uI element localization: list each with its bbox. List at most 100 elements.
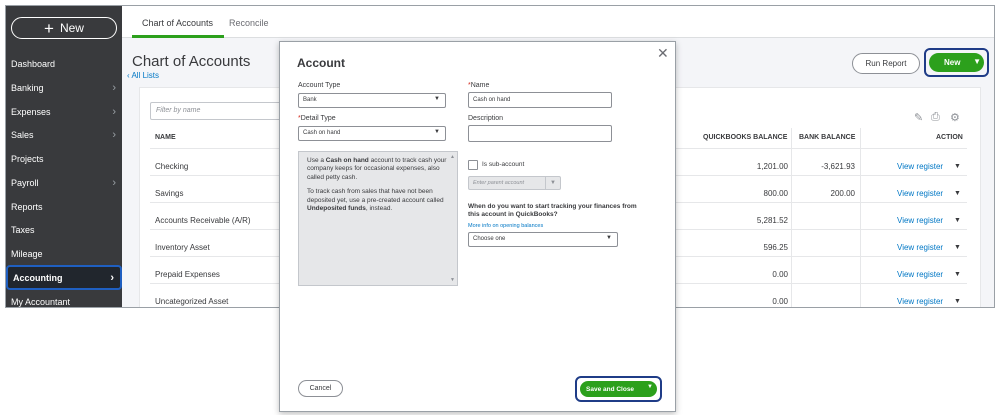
row-quickbooks-balance: 800.00 [763, 189, 788, 198]
caret-down-icon[interactable]: ▼ [954, 190, 961, 197]
caret-down-icon[interactable]: ▼ [954, 217, 961, 224]
caret-down-icon[interactable]: ▼ [973, 57, 981, 66]
is-sub-account-checkbox[interactable] [468, 160, 478, 170]
scroll-up-icon[interactable]: ▲ [450, 154, 455, 161]
opening-balances-link[interactable]: More info on opening balances [468, 223, 543, 229]
view-register-link[interactable]: View register [897, 297, 943, 306]
tracking-start-select[interactable]: Choose one ▼ [468, 232, 618, 247]
sidebar-item-label: My Accountant [11, 296, 71, 307]
tab-reconcile[interactable]: Reconcile [229, 18, 269, 28]
print-icon[interactable]: ⎙ [931, 111, 940, 124]
tab-bar: Chart of Accounts Reconcile [122, 6, 994, 38]
sidebar-item-mileage[interactable]: Mileage [6, 242, 122, 265]
view-register-link[interactable]: View register [897, 189, 943, 198]
close-icon[interactable]: ✕ [657, 45, 669, 62]
sidebar-item-label: Sales [11, 129, 34, 140]
is-sub-account-label: Is sub-account [482, 161, 525, 168]
sidebar-item-label: Accounting [13, 272, 63, 283]
sidebar: + New Dashboard Banking › Expenses › Sal… [6, 6, 122, 307]
sidebar-item-label: Payroll [11, 177, 39, 188]
tab-chart-of-accounts[interactable]: Chart of Accounts [142, 18, 213, 28]
row-account-name[interactable]: Uncategorized Asset [155, 297, 228, 306]
run-report-button[interactable]: Run Report [852, 53, 920, 74]
sidebar-item-sales[interactable]: Sales › [6, 123, 122, 146]
caret-down-icon[interactable]: ▼ [647, 384, 653, 390]
save-button-focus-outline: Save and Close ▼ [575, 376, 662, 402]
new-button-focus-outline: New ▼ [924, 48, 989, 77]
column-divider [791, 128, 792, 307]
sidebar-new-label: New [59, 21, 84, 35]
chevron-right-icon: › [112, 81, 116, 94]
all-lists-link[interactable]: ‹ All Lists [127, 71, 159, 80]
column-header-quickbooks-balance[interactable]: QUICKBOOKS BALANCE [703, 134, 787, 141]
sidebar-item-label: Dashboard [11, 58, 56, 69]
account-type-label: Account Type [298, 82, 341, 89]
name-label: *Name [468, 82, 489, 89]
sidebar-item-dashboard[interactable]: Dashboard [6, 52, 122, 75]
column-header-action: ACTION [936, 134, 963, 141]
view-register-link[interactable]: View register [897, 270, 943, 279]
view-register-link[interactable]: View register [897, 162, 943, 171]
cancel-button[interactable]: Cancel [298, 380, 343, 397]
caret-down-icon[interactable]: ▼ [954, 298, 961, 305]
caret-down-icon[interactable]: ▼ [954, 271, 961, 278]
sidebar-item-label: Expenses [11, 106, 51, 117]
tracking-start-value: Choose one [473, 236, 506, 242]
account-dialog: Account ✕ Account Type Bank ▼ *Detail Ty… [279, 41, 676, 412]
column-header-bank-balance[interactable]: BANK BALANCE [799, 134, 855, 141]
row-account-name[interactable]: Checking [155, 162, 188, 171]
sidebar-item-reports[interactable]: Reports [6, 195, 122, 218]
row-quickbooks-balance: 596.25 [763, 243, 788, 252]
sidebar-item-label: Projects [11, 153, 44, 164]
detail-type-value: Cash on hand [303, 130, 341, 136]
sidebar-item-banking[interactable]: Banking › [6, 76, 122, 99]
view-register-link[interactable]: View register [897, 216, 943, 225]
row-account-name[interactable]: Inventory Asset [155, 243, 210, 252]
row-account-name[interactable]: Accounts Receivable (A/R) [155, 216, 251, 225]
column-header-name[interactable]: NAME [155, 134, 176, 141]
row-account-name[interactable]: Savings [155, 189, 183, 198]
edit-pencil-icon[interactable]: ✎ [914, 111, 923, 124]
sidebar-item-expenses[interactable]: Expenses › [6, 100, 122, 123]
sidebar-item-label: Taxes [11, 224, 35, 235]
description-input[interactable] [468, 125, 612, 142]
gear-icon[interactable]: ⚙ [950, 111, 960, 124]
row-quickbooks-balance: 1,201.00 [756, 162, 788, 171]
view-register-link[interactable]: View register [897, 243, 943, 252]
save-and-close-label: Save and Close [586, 385, 635, 393]
sidebar-new-button[interactable]: + New [11, 17, 117, 39]
dialog-title: Account [297, 56, 345, 70]
account-type-value: Bank [303, 97, 317, 103]
filter-by-name-input[interactable]: Filter by name [150, 102, 290, 120]
row-quickbooks-balance: 5,281.52 [756, 216, 788, 225]
name-input[interactable]: Cash on hand [468, 92, 612, 108]
scroll-down-icon[interactable]: ▼ [450, 277, 455, 284]
all-lists-label: All Lists [131, 71, 160, 80]
row-quickbooks-balance: 0.00 [772, 297, 788, 306]
info-text: To track cash from sales that have not b… [307, 188, 444, 204]
sidebar-item-projects[interactable]: Projects [6, 147, 122, 170]
caret-down-icon: ▼ [606, 235, 612, 241]
caret-down-icon: ▼ [434, 96, 440, 102]
caret-down-icon[interactable]: ▼ [954, 244, 961, 251]
row-account-name[interactable]: Prepaid Expenses [155, 270, 220, 279]
sidebar-item-payroll[interactable]: Payroll › [6, 171, 122, 194]
sidebar-item-accounting[interactable]: Accounting › [6, 265, 122, 290]
info-text: , instead. [365, 205, 393, 213]
account-type-select[interactable]: Bank ▼ [298, 93, 446, 108]
sidebar-item-taxes[interactable]: Taxes [6, 218, 122, 241]
info-bold-text: Undeposited funds [307, 205, 366, 213]
caret-down-icon[interactable]: ▼ [954, 163, 961, 170]
parent-account-select[interactable]: Enter parent account ▼ [468, 176, 561, 190]
caret-down-icon: ▼ [545, 177, 560, 189]
new-account-label: New [944, 58, 961, 67]
detail-type-description-box: ▲ Use a Cash on hand account to track ca… [298, 151, 458, 286]
parent-account-placeholder: Enter parent account [473, 180, 525, 186]
info-paragraph-1: Use a Cash on hand account to track cash… [307, 157, 449, 182]
new-account-button[interactable]: New ▼ [929, 53, 984, 72]
sidebar-item-my-accountant[interactable]: My Accountant [6, 290, 122, 307]
info-bold-text: Cash on hand [325, 157, 369, 164]
row-bank-balance: -3,621.93 [821, 162, 855, 171]
save-and-close-button[interactable]: Save and Close ▼ [580, 381, 657, 397]
detail-type-select[interactable]: Cash on hand ▼ [298, 126, 446, 141]
